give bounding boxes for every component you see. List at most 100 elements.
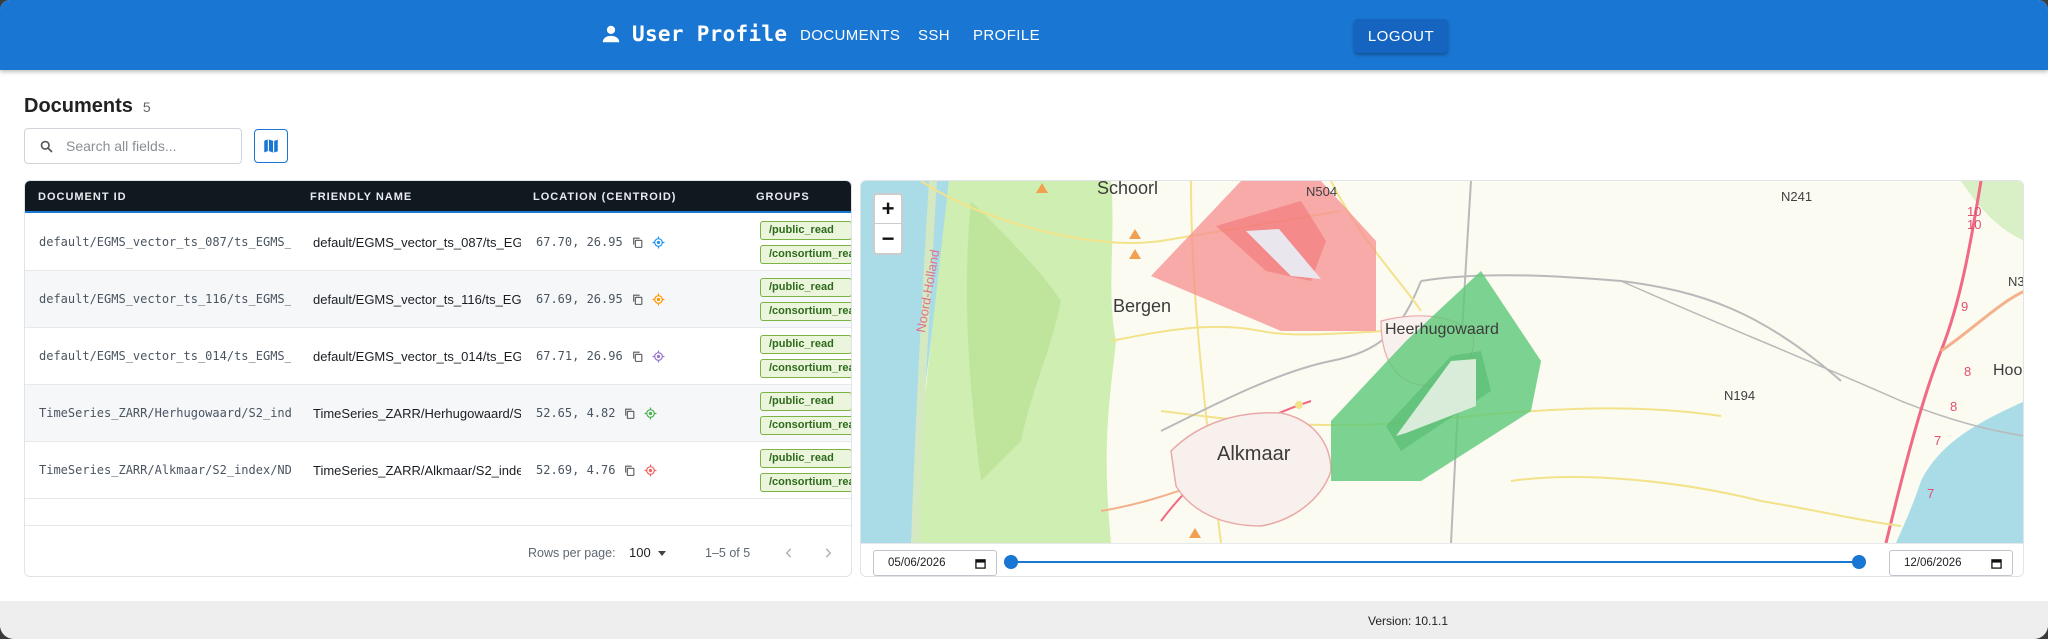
map-label-heerhugowaard: Heerhugowaard — [1385, 321, 1499, 338]
nav-profile[interactable]: PROFILE — [973, 27, 1040, 44]
location-value: 52.69, 4.76 — [536, 463, 616, 477]
copy-icon[interactable] — [631, 350, 644, 363]
top-app-bar: User Profile DOCUMENTS SSH PROFILE LOGOU… — [0, 0, 2048, 70]
slider-handle-end[interactable] — [1852, 555, 1866, 569]
previous-page-button[interactable] — [780, 544, 798, 562]
groups-cell: /public_read /consortium_read — [760, 328, 851, 384]
groups-cell: /public_read /consortium_read — [760, 385, 851, 441]
document-id: TimeSeries_ZARR/Herhugowaard/S2_index/ND… — [39, 406, 291, 420]
location-cell: 52.69, 4.76 — [536, 442, 686, 498]
group-chip: /public_read — [760, 391, 851, 411]
time-slider-track[interactable] — [1011, 561, 1859, 563]
search-field[interactable] — [24, 128, 242, 164]
road-label: N3 — [2008, 274, 2024, 289]
copy-icon[interactable] — [623, 407, 636, 420]
map-label-schoorl: Schoorl — [1097, 181, 1159, 198]
table-row[interactable]: default/EGMS_vector_ts_116/ts_EGMS_L3_E3… — [25, 271, 851, 328]
table-header: DOCUMENT ID FRIENDLY NAME LOCATION (CENT… — [25, 181, 851, 213]
end-date-value: 12/06/2026 — [1904, 557, 1962, 569]
location-cell: 67.71, 26.96 — [536, 328, 686, 384]
zoom-in-button[interactable]: + — [875, 195, 901, 224]
logout-button[interactable]: LOGOUT — [1354, 19, 1448, 53]
group-chip: /consortium_read — [760, 358, 851, 378]
chevron-right-icon — [825, 548, 832, 558]
table-row[interactable]: TimeSeries_ZARR/Alkmaar/S2_index/NDVI Ti… — [25, 442, 851, 499]
documents-heading: Documents 5 — [24, 95, 151, 118]
group-chip: /consortium_read — [760, 244, 851, 264]
road-label: 10 — [1967, 217, 1982, 232]
next-page-button[interactable] — [819, 544, 837, 562]
map-panel: + − Schoorl Bergen Heerhugowaard Alkmaar… — [860, 180, 2024, 577]
person-icon — [602, 25, 620, 43]
document-id: TimeSeries_ZARR/Alkmaar/S2_index/NDVI — [39, 463, 291, 477]
table-row[interactable]: default/EGMS_vector_ts_014/ts_EGMS_L3_E3… — [25, 328, 851, 385]
slider-handle-start[interactable] — [1004, 555, 1018, 569]
start-date-input[interactable]: 05/06/2026 — [873, 550, 997, 576]
table-pagination: Rows per page: 100 1–5 of 5 — [25, 525, 851, 576]
group-chip: /consortium_read — [760, 415, 851, 435]
location-value: 67.69, 26.95 — [536, 292, 623, 306]
rows-per-page-value: 100 — [629, 545, 651, 560]
locate-icon[interactable] — [652, 293, 665, 306]
friendly-name: default/EGMS_vector_ts_116/ts_EGMS — [313, 291, 521, 307]
rows-per-page-label: Rows per page: — [528, 546, 616, 560]
map-icon — [264, 139, 278, 153]
locate-icon[interactable] — [652, 236, 665, 249]
documents-table: DOCUMENT ID FRIENDLY NAME LOCATION (CENT… — [24, 180, 852, 577]
location-value: 67.71, 26.96 — [536, 349, 623, 363]
time-range-control: 05/06/2026 12/06/2026 — [861, 543, 2023, 576]
footer: Version: 10.1.1 — [0, 601, 2048, 639]
map-canvas[interactable]: + − Schoorl Bergen Heerhugowaard Alkmaar… — [861, 181, 2024, 543]
locate-icon[interactable] — [644, 407, 657, 420]
group-chip: /consortium_read — [760, 301, 851, 321]
friendly-name: TimeSeries_ZARR/Herhugowaard/S2_index — [313, 405, 521, 421]
location-cell: 67.70, 26.95 — [536, 214, 686, 270]
app-window: User Profile DOCUMENTS SSH PROFILE LOGOU… — [0, 0, 2048, 639]
nav-ssh[interactable]: SSH — [918, 27, 950, 44]
rows-per-page-select[interactable]: 100 — [629, 545, 667, 560]
copy-icon[interactable] — [623, 464, 636, 477]
location-value: 52.65, 4.82 — [536, 406, 616, 420]
column-header-location[interactable]: LOCATION (CENTROID) — [533, 191, 676, 203]
column-header-friendly-name[interactable]: FRIENDLY NAME — [310, 191, 412, 203]
nav-documents[interactable]: DOCUMENTS — [800, 27, 900, 44]
app-title: User Profile — [632, 22, 788, 46]
caret-down-icon — [657, 550, 666, 556]
group-chip: /public_read — [760, 220, 851, 240]
zoom-control: + − — [873, 193, 903, 255]
location-cell: 52.65, 4.82 — [536, 385, 686, 441]
groups-cell: /public_read /consortium_read — [760, 214, 851, 270]
copy-icon[interactable] — [631, 293, 644, 306]
search-input[interactable] — [66, 138, 236, 154]
group-chip: /consortium_read — [760, 472, 851, 492]
table-row[interactable]: default/EGMS_vector_ts_087/ts_EGMS_L3_E3… — [25, 214, 851, 271]
calendar-icon — [1991, 559, 2002, 569]
document-id: default/EGMS_vector_ts_087/ts_EGMS_L3_E3… — [39, 235, 291, 249]
document-count: 5 — [142, 99, 151, 115]
road-label: 7 — [1934, 433, 1942, 448]
zoom-out-button[interactable]: − — [875, 224, 901, 253]
locate-icon[interactable] — [652, 350, 665, 363]
road-label: 8 — [1964, 364, 1972, 379]
calendar-icon — [975, 559, 986, 569]
map-label-hoo: Hoo — [1993, 362, 2023, 379]
document-id: default/EGMS_vector_ts_014/ts_EGMS_L3_E3… — [39, 349, 291, 363]
table-row[interactable]: TimeSeries_ZARR/Herhugowaard/S2_index/ND… — [25, 385, 851, 442]
road-label: N194 — [1724, 388, 1756, 403]
map-label-alkmaar: Alkmaar — [1217, 443, 1291, 465]
brand: User Profile — [600, 22, 787, 46]
road-label: N241 — [1781, 189, 1813, 204]
column-header-document-id[interactable]: DOCUMENT ID — [38, 191, 127, 203]
road-label: N504 — [1306, 184, 1338, 199]
end-date-input[interactable]: 12/06/2026 — [1889, 550, 2013, 576]
group-chip: /public_read — [760, 277, 851, 297]
group-chip: /public_read — [760, 334, 851, 354]
location-value: 67.70, 26.95 — [536, 235, 623, 249]
copy-icon[interactable] — [631, 236, 644, 249]
chevron-left-icon — [785, 548, 792, 558]
location-cell: 67.69, 26.95 — [536, 271, 686, 327]
locate-icon[interactable] — [644, 464, 657, 477]
column-header-groups[interactable]: GROUPS — [756, 191, 810, 203]
document-id: default/EGMS_vector_ts_116/ts_EGMS_L3_E3… — [39, 292, 291, 306]
map-toggle-button[interactable] — [254, 129, 288, 163]
